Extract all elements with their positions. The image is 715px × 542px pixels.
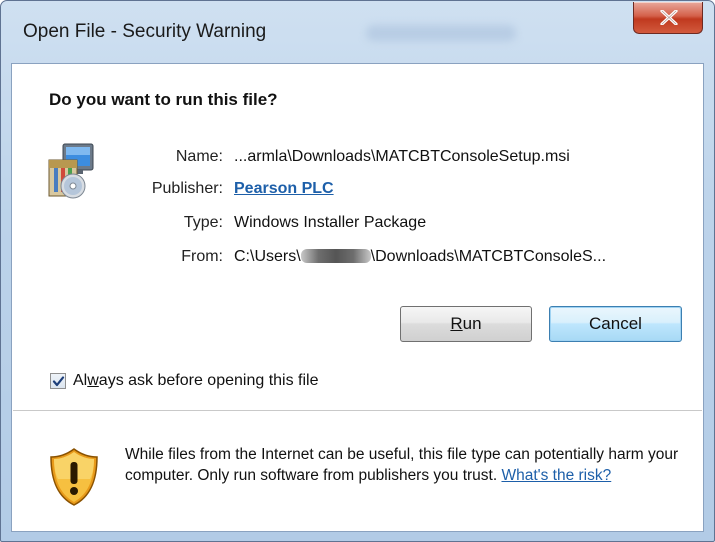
check-icon xyxy=(52,376,65,387)
divider xyxy=(13,410,702,411)
from-label: From: xyxy=(181,248,223,265)
warning-shield-icon xyxy=(50,448,98,506)
from-value: C:\Users\ \Downloads\MATCBTConsoleS... xyxy=(234,248,606,266)
close-button[interactable] xyxy=(633,2,703,34)
close-icon xyxy=(660,10,678,25)
run-label-accel: R xyxy=(450,314,463,333)
redacted-username xyxy=(300,249,371,263)
dialog-heading: Do you want to run this file? xyxy=(49,90,278,109)
publisher-link[interactable]: Pearson PLC xyxy=(234,180,334,198)
whats-the-risk-link[interactable]: What's the risk? xyxy=(501,467,611,484)
publisher-label: Publisher: xyxy=(151,180,223,197)
always-ask-label[interactable]: Always ask before opening this file xyxy=(73,372,318,390)
warning-text: While files from the Internet can be use… xyxy=(125,444,685,486)
title-bar[interactable]: Open File - Security Warning xyxy=(1,1,714,63)
run-label-post: un xyxy=(462,314,482,333)
name-label: Name: xyxy=(175,148,223,165)
type-value: Windows Installer Package xyxy=(234,214,427,231)
cancel-button[interactable]: Cancel xyxy=(549,306,682,342)
from-value-suffix: \Downloads\MATCBTConsoleS... xyxy=(370,248,607,265)
always-ask-label-post: ays ask before opening this file xyxy=(98,372,319,389)
run-button[interactable]: Run xyxy=(400,306,532,342)
always-ask-label-pre: Al xyxy=(73,372,88,389)
name-value: ...armla\Downloads\MATCBTConsoleSetup.ms… xyxy=(234,148,570,165)
dialog-content: Do you want to run this file? Name: ...a… xyxy=(11,63,704,532)
title-bar-blurred-background xyxy=(366,25,516,41)
security-warning-dialog: Open File - Security Warning Do you want… xyxy=(0,0,715,542)
always-ask-checkbox[interactable] xyxy=(50,373,66,389)
from-value-prefix: C:\Users\ xyxy=(234,248,301,265)
always-ask-label-accel: w xyxy=(87,372,99,389)
window-title: Open File - Security Warning xyxy=(23,21,267,42)
type-label: Type: xyxy=(183,214,223,231)
